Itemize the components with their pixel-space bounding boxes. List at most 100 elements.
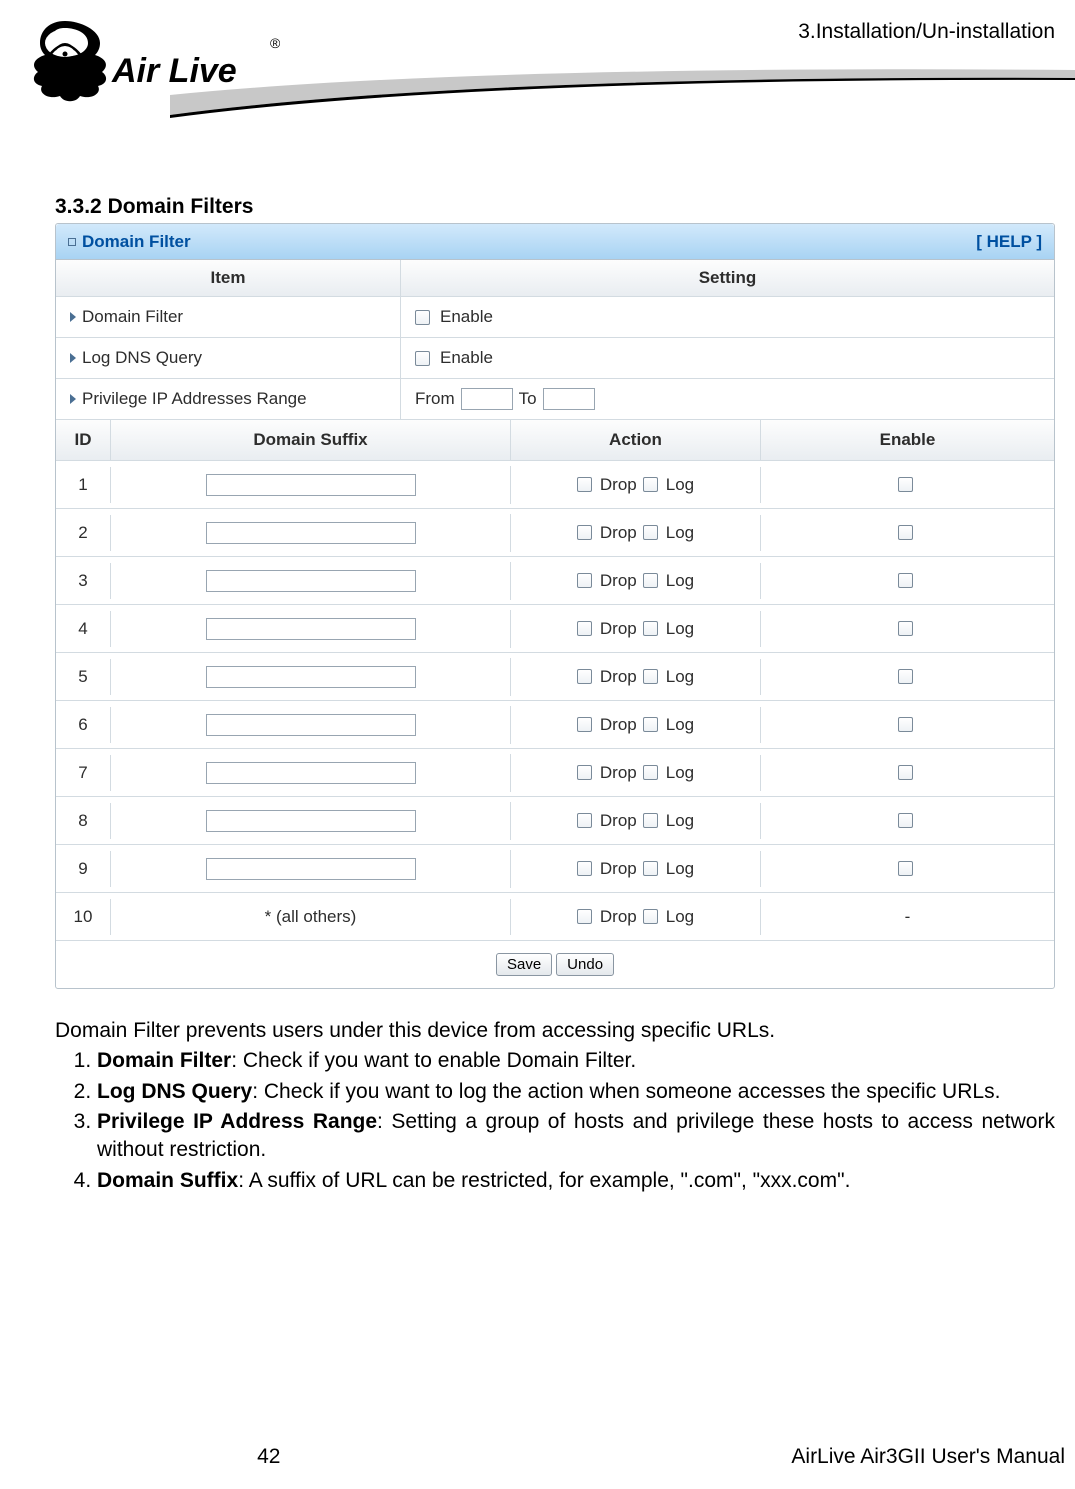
list-item-desc: : Check if you want to log the action wh… bbox=[252, 1080, 1000, 1103]
drop-label: Drop bbox=[600, 523, 637, 543]
ip-to-input[interactable] bbox=[543, 388, 595, 410]
drop-label: Drop bbox=[600, 475, 637, 495]
row-enable-checkbox[interactable] bbox=[898, 477, 913, 492]
row-enable-checkbox[interactable] bbox=[898, 813, 913, 828]
grid-header: ID Domain Suffix Action Enable bbox=[56, 420, 1054, 461]
settings-row: Privilege IP Addresses RangeFromTo bbox=[56, 379, 1054, 420]
drop-checkbox[interactable] bbox=[577, 477, 592, 492]
log-checkbox[interactable] bbox=[643, 669, 658, 684]
domain-suffix-input[interactable] bbox=[206, 570, 416, 592]
drop-checkbox[interactable] bbox=[577, 765, 592, 780]
log-label: Log bbox=[666, 859, 694, 879]
row-enable-checkbox[interactable] bbox=[898, 669, 913, 684]
setting-item-label: Domain Filter bbox=[56, 297, 401, 337]
domain-suffix-input[interactable] bbox=[206, 618, 416, 640]
domain-suffix-input[interactable] bbox=[206, 474, 416, 496]
drop-option: Drop bbox=[577, 811, 637, 831]
domain-suffix-input[interactable] bbox=[206, 666, 416, 688]
to-label: To bbox=[519, 389, 537, 409]
caret-icon bbox=[70, 394, 76, 404]
drop-checkbox[interactable] bbox=[577, 909, 592, 924]
log-option: Log bbox=[643, 667, 694, 687]
log-label: Log bbox=[666, 763, 694, 783]
drop-checkbox[interactable] bbox=[577, 861, 592, 876]
log-option: Log bbox=[643, 859, 694, 879]
settings-row: Log DNS QueryEnable bbox=[56, 338, 1054, 379]
setting-item-label: Log DNS Query bbox=[56, 338, 401, 378]
log-checkbox[interactable] bbox=[643, 861, 658, 876]
log-checkbox[interactable] bbox=[643, 573, 658, 588]
body-text: Domain Filter prevents users under this … bbox=[55, 1017, 1055, 1195]
drop-checkbox[interactable] bbox=[577, 813, 592, 828]
setting-control: Enable bbox=[401, 338, 1054, 378]
row-domain-suffix: * (all others) bbox=[111, 899, 511, 935]
all-others-label: * (all others) bbox=[265, 907, 357, 927]
row-id: 6 bbox=[56, 707, 111, 743]
log-checkbox[interactable] bbox=[643, 765, 658, 780]
enable-checkbox[interactable] bbox=[415, 310, 430, 325]
drop-option: Drop bbox=[577, 763, 637, 783]
log-checkbox[interactable] bbox=[643, 477, 658, 492]
enable-dash: - bbox=[905, 907, 911, 927]
checkbox-label: Enable bbox=[440, 307, 493, 327]
section-title: 3.3.2 Domain Filters bbox=[55, 195, 1055, 219]
from-label: From bbox=[415, 389, 455, 409]
log-option: Log bbox=[643, 571, 694, 591]
row-enable-checkbox[interactable] bbox=[898, 765, 913, 780]
drop-checkbox[interactable] bbox=[577, 621, 592, 636]
log-checkbox[interactable] bbox=[643, 621, 658, 636]
row-enable-checkbox[interactable] bbox=[898, 717, 913, 732]
list-item-desc: : Check if you want to enable Domain Fil… bbox=[231, 1049, 636, 1072]
table-row: 2DropLog bbox=[56, 509, 1054, 557]
row-domain-suffix bbox=[111, 658, 511, 696]
row-action: Drop Log bbox=[511, 563, 761, 599]
log-checkbox[interactable] bbox=[643, 717, 658, 732]
drop-option: Drop bbox=[577, 475, 637, 495]
log-checkbox[interactable] bbox=[643, 525, 658, 540]
row-enable-checkbox[interactable] bbox=[898, 573, 913, 588]
drop-option: Drop bbox=[577, 619, 637, 639]
drop-label: Drop bbox=[600, 859, 637, 879]
row-enable: - bbox=[761, 899, 1054, 935]
row-enable bbox=[761, 661, 1054, 692]
log-checkbox[interactable] bbox=[643, 813, 658, 828]
drop-label: Drop bbox=[600, 619, 637, 639]
brand-logo: Air Live ® bbox=[20, 18, 280, 108]
row-enable bbox=[761, 757, 1054, 788]
row-enable bbox=[761, 613, 1054, 644]
domain-suffix-input[interactable] bbox=[206, 858, 416, 880]
domain-suffix-input[interactable] bbox=[206, 810, 416, 832]
table-row: 6DropLog bbox=[56, 701, 1054, 749]
row-domain-suffix bbox=[111, 610, 511, 648]
log-label: Log bbox=[666, 811, 694, 831]
log-checkbox[interactable] bbox=[643, 909, 658, 924]
row-id: 4 bbox=[56, 611, 111, 647]
drop-checkbox[interactable] bbox=[577, 573, 592, 588]
log-label: Log bbox=[666, 475, 694, 495]
row-domain-suffix bbox=[111, 466, 511, 504]
domain-suffix-input[interactable] bbox=[206, 714, 416, 736]
panel-title: Domain Filter bbox=[82, 232, 191, 252]
ip-from-input[interactable] bbox=[461, 388, 513, 410]
row-enable-checkbox[interactable] bbox=[898, 525, 913, 540]
drop-option: Drop bbox=[577, 859, 637, 879]
domain-suffix-input[interactable] bbox=[206, 762, 416, 784]
list-item-term: Domain Suffix bbox=[97, 1169, 238, 1192]
save-button[interactable]: Save bbox=[496, 953, 552, 976]
drop-label: Drop bbox=[600, 571, 637, 591]
help-link[interactable]: [ HELP ] bbox=[976, 232, 1042, 252]
drop-checkbox[interactable] bbox=[577, 525, 592, 540]
header-id: ID bbox=[56, 420, 111, 460]
enable-checkbox[interactable] bbox=[415, 351, 430, 366]
row-action: DropLog bbox=[511, 611, 761, 647]
manual-title: AirLive Air3GII User's Manual bbox=[538, 1445, 1075, 1469]
domain-suffix-input[interactable] bbox=[206, 522, 416, 544]
intro-text: Domain Filter prevents users under this … bbox=[55, 1017, 1055, 1045]
drop-checkbox[interactable] bbox=[577, 717, 592, 732]
undo-button[interactable]: Undo bbox=[556, 953, 614, 976]
drop-checkbox[interactable] bbox=[577, 669, 592, 684]
log-label: Log bbox=[666, 523, 694, 543]
row-enable-checkbox[interactable] bbox=[898, 621, 913, 636]
row-enable-checkbox[interactable] bbox=[898, 861, 913, 876]
row-enable bbox=[761, 853, 1054, 884]
